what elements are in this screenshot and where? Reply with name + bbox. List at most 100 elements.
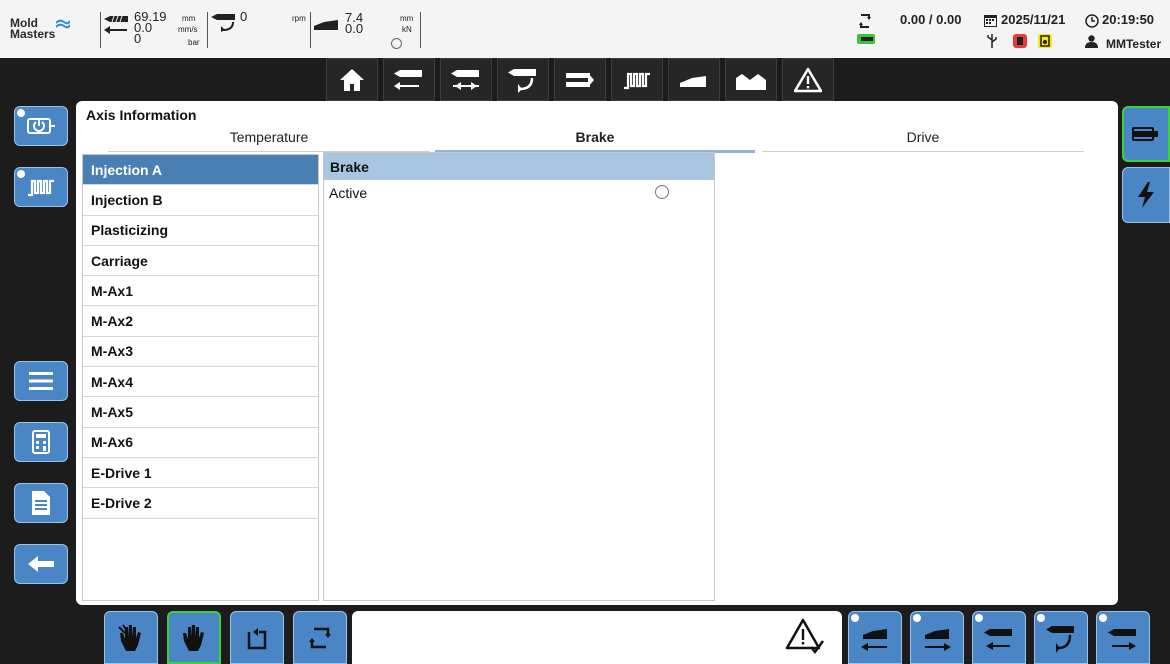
power-button[interactable] — [14, 106, 68, 146]
carriage-position-unit: mm — [400, 14, 414, 23]
menu-button[interactable] — [14, 361, 68, 401]
status-dot — [851, 614, 859, 622]
header-separator — [100, 12, 101, 48]
carriage-forward-button[interactable] — [910, 611, 964, 664]
brake-section: Brake Active — [323, 152, 715, 601]
power-icon — [27, 118, 55, 134]
injection-unit-icon — [104, 15, 128, 23]
inject-forward-button[interactable] — [1096, 611, 1150, 664]
status-dot — [913, 614, 921, 622]
brake-active-row: Active — [324, 180, 714, 206]
back-button[interactable] — [14, 544, 68, 584]
carriage-icon — [314, 20, 338, 30]
warning-icon — [794, 67, 822, 92]
axis-item-injection-b[interactable]: Injection B — [83, 185, 318, 216]
heater-side-button[interactable] — [14, 167, 68, 207]
brake-active-indicator[interactable] — [655, 185, 669, 199]
mold-icon — [566, 72, 594, 87]
sd-card-yellow-icon — [1038, 34, 1052, 48]
user-icon — [1085, 35, 1098, 48]
inject-back-button[interactable] — [972, 611, 1026, 664]
axis-info-button[interactable] — [1122, 106, 1170, 162]
menu-icon — [29, 372, 53, 390]
calculator-icon — [32, 430, 50, 454]
setup-mode-button[interactable] — [167, 611, 221, 664]
heater-icon — [28, 179, 54, 197]
axis-item-plasticizing[interactable]: Plasticizing — [83, 216, 318, 246]
status-dot — [1099, 614, 1107, 622]
profile-button[interactable] — [725, 58, 777, 101]
axis-item-carriage[interactable]: Carriage — [83, 246, 318, 277]
screw-rotate-icon — [1046, 625, 1074, 653]
axis-item-m-ax3[interactable]: M-Ax3 — [83, 337, 318, 368]
document-icon — [32, 491, 50, 515]
header-separator — [207, 12, 208, 48]
plasticizing-button[interactable] — [497, 58, 549, 101]
carriage-button[interactable] — [668, 58, 720, 101]
manual-hands-icon — [118, 623, 141, 651]
time-display: 20:19:50 — [1102, 12, 1155, 27]
page-title: Axis Information — [86, 107, 197, 123]
message-bar[interactable] — [352, 611, 842, 664]
pressure-value: 0 — [134, 31, 142, 46]
axis-item-injection-a[interactable]: Injection A — [83, 155, 318, 186]
tab-label: Brake — [575, 129, 615, 145]
mold-masters-logo: Mold Masters — [10, 17, 70, 40]
document-button[interactable] — [14, 483, 68, 523]
manual-hand-icon — [183, 624, 204, 651]
arrow-left-icon — [104, 26, 127, 34]
alarm-acknowledge-icon — [785, 618, 825, 655]
status-dot — [975, 614, 983, 622]
clock-icon — [1085, 14, 1099, 28]
axis-item-m-ax1[interactable]: M-Ax1 — [83, 276, 318, 307]
power-diagnostics-button[interactable] — [1122, 167, 1170, 223]
rpm-unit: rpm — [292, 14, 306, 23]
usb-icon — [987, 34, 997, 48]
axis-list: Injection A Injection B Plasticizing Car… — [82, 154, 319, 601]
home-button[interactable] — [326, 58, 378, 101]
screw-rotate-button[interactable] — [1034, 611, 1088, 664]
axis-item-m-ax5[interactable]: M-Ax5 — [83, 397, 318, 428]
brake-header: Brake — [324, 153, 714, 180]
carriage-back-button[interactable] — [848, 611, 902, 664]
axis-item-m-ax4[interactable]: M-Ax4 — [83, 367, 318, 398]
semi-auto-button[interactable] — [230, 611, 284, 664]
axis-info-icon — [1132, 127, 1158, 141]
axis-information-panel: Axis Information Temperature Brake Drive… — [76, 101, 1118, 605]
cycle-times: 0.00 / 0.00 — [900, 12, 962, 27]
cycle-icon — [859, 14, 871, 28]
manual-mode-button[interactable] — [104, 611, 158, 664]
tab-brake[interactable]: Brake — [435, 129, 755, 153]
heater-button[interactable] — [611, 58, 663, 101]
header-separator — [310, 12, 311, 48]
calendar-icon — [984, 15, 997, 27]
tab-label: Temperature — [229, 129, 309, 145]
sd-card-red-icon — [1013, 34, 1027, 48]
injection-button[interactable] — [383, 58, 435, 101]
calculator-button[interactable] — [14, 422, 68, 462]
heater-icon — [624, 72, 650, 89]
mold-button[interactable] — [554, 58, 606, 101]
axis-item-m-ax2[interactable]: M-Ax2 — [83, 306, 318, 337]
tab-temperature[interactable]: Temperature — [108, 129, 430, 152]
carriage-force-unit: kN — [402, 25, 412, 34]
alarm-button[interactable] — [782, 58, 834, 101]
screw-rotation-icon — [211, 14, 235, 32]
user-name[interactable]: MMTester — [1106, 37, 1161, 51]
speed-unit: mm/s — [178, 25, 198, 34]
status-header: Mold Masters 69.19 0.0 0 mm mm/s bar 0 r… — [0, 0, 1170, 58]
axis-item-m-ax6[interactable]: M-Ax6 — [83, 428, 318, 458]
axis-item-e-drive-2[interactable]: E-Drive 2 — [83, 488, 318, 519]
semi-auto-icon — [247, 627, 267, 649]
pressure-unit: bar — [188, 38, 200, 47]
status-dot — [17, 170, 25, 178]
hold-pressure-button[interactable] — [440, 58, 492, 101]
axis-item-e-drive-1[interactable]: E-Drive 1 — [83, 458, 318, 489]
auto-cycle-button[interactable] — [293, 611, 347, 664]
tab-drive[interactable]: Drive — [762, 129, 1084, 152]
carriage-back-icon — [861, 628, 887, 651]
injection-icon — [394, 69, 422, 90]
injection-status-icon — [857, 34, 875, 44]
logo-wave-icon — [56, 19, 70, 29]
auto-cycle-icon — [309, 627, 331, 648]
